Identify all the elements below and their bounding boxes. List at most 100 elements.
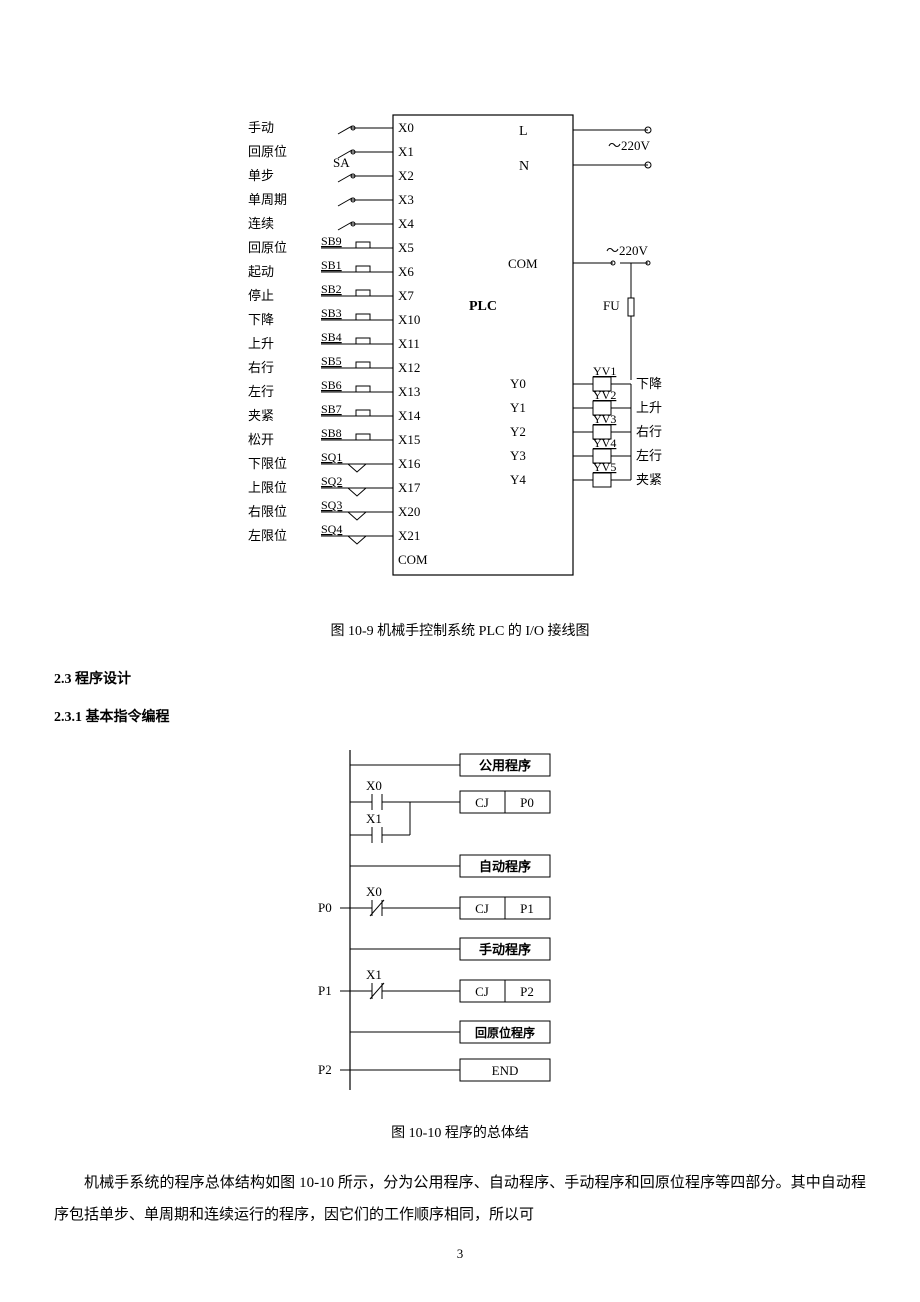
svg-text:回原位: 回原位: [248, 240, 287, 255]
section-2.3.1-heading: 2.3.1 基本指令编程: [54, 706, 170, 726]
page-number: 3: [0, 1246, 920, 1262]
power-lines: L N ～220V COM ～220V FU: [508, 124, 651, 380]
svg-text:～220V: ～220V: [606, 243, 649, 258]
svg-text:X7: X7: [398, 288, 414, 303]
svg-text:P0: P0: [318, 900, 332, 915]
svg-text:SB9: SB9: [321, 234, 342, 248]
svg-text:SQ4: SQ4: [321, 522, 342, 536]
svg-text:单周期: 单周期: [248, 192, 287, 207]
rung-p2: P2 END: [318, 1059, 550, 1081]
svg-text:夹紧: 夹紧: [636, 472, 662, 487]
svg-text:SB2: SB2: [321, 282, 342, 296]
svg-text:SQ1: SQ1: [321, 450, 342, 464]
svg-text:自动程序: 自动程序: [479, 859, 531, 874]
svg-text:L: L: [519, 124, 528, 139]
svg-text:单步: 单步: [248, 168, 274, 183]
svg-text:上限位: 上限位: [248, 480, 287, 495]
svg-text:SB3: SB3: [321, 306, 342, 320]
output-rows: Y0YV1下降Y1YV2上升Y2YV3右行Y3YV4左行Y4YV5夹紧: [510, 364, 662, 487]
svg-text:X3: X3: [398, 192, 414, 207]
svg-text:～220V: ～220V: [608, 138, 651, 153]
svg-text:X1: X1: [366, 967, 382, 982]
svg-text:COM: COM: [508, 256, 538, 271]
svg-text:END: END: [492, 1063, 519, 1078]
body-paragraph: 机械手系统的程序总体结构如图 10-10 所示，分为公用程序、自动程序、手动程序…: [54, 1168, 866, 1231]
plc-diagram-svg: PLC X0手动X1回原位X2单步X3单周期X4连续X5回原位SB9X6起动SB…: [248, 100, 672, 590]
svg-text:手动: 手动: [248, 120, 274, 135]
plc-label: PLC: [469, 299, 497, 314]
svg-text:Y1: Y1: [510, 400, 526, 415]
svg-text:下降: 下降: [248, 312, 274, 327]
ladder-diagram: 公用程序 X0 CJ P0 X1 自动程序 P0 X0 CJ P1: [310, 740, 610, 1110]
svg-text:X16: X16: [398, 456, 421, 471]
svg-text:P2: P2: [520, 984, 534, 999]
svg-text:YV4: YV4: [593, 436, 616, 450]
svg-text:N: N: [519, 159, 529, 174]
svg-text:CJ: CJ: [475, 984, 489, 999]
fig10-9-caption: 图 10-9 机械手控制系统 PLC 的 I/O 接线图: [0, 620, 920, 640]
svg-text:Y2: Y2: [510, 424, 526, 439]
section-2.3-heading: 2.3 程序设计: [54, 668, 131, 688]
svg-text:X13: X13: [398, 384, 420, 399]
svg-text:SB6: SB6: [321, 378, 342, 392]
svg-text:X0: X0: [366, 884, 382, 899]
svg-text:公用程序: 公用程序: [479, 758, 531, 773]
svg-text:上升: 上升: [248, 336, 274, 351]
svg-text:下降: 下降: [636, 376, 662, 391]
svg-text:SB7: SB7: [321, 402, 342, 416]
svg-text:X10: X10: [398, 312, 420, 327]
svg-text:X1: X1: [398, 144, 414, 159]
svg-text:YV1: YV1: [593, 364, 616, 378]
svg-text:COM: COM: [398, 552, 428, 567]
rung-x0-cj-p0: X0 CJ P0: [350, 778, 550, 813]
svg-text:松开: 松开: [248, 432, 274, 447]
svg-text:CJ: CJ: [475, 795, 489, 810]
svg-text:FU: FU: [603, 298, 620, 313]
svg-text:X5: X5: [398, 240, 414, 255]
svg-text:右行: 右行: [636, 424, 662, 439]
svg-text:连续: 连续: [248, 216, 274, 231]
svg-text:左行: 左行: [636, 448, 662, 463]
svg-text:P0: P0: [520, 795, 534, 810]
svg-text:SB4: SB4: [321, 330, 342, 344]
svg-text:YV5: YV5: [593, 460, 616, 474]
svg-text:停止: 停止: [248, 288, 274, 303]
input-rows: X0手动X1回原位X2单步X3单周期X4连续X5回原位SB9X6起动SB1X7停…: [248, 120, 428, 567]
svg-text:手动程序: 手动程序: [479, 942, 531, 957]
svg-text:X15: X15: [398, 432, 420, 447]
svg-text:回原位程序: 回原位程序: [475, 1025, 535, 1040]
sa-label: SA: [333, 155, 350, 170]
svg-text:SQ2: SQ2: [321, 474, 342, 488]
svg-text:左限位: 左限位: [248, 528, 287, 543]
rung-p1: P1 X1 CJ P2: [318, 967, 550, 1002]
svg-text:X21: X21: [398, 528, 420, 543]
svg-text:右行: 右行: [248, 360, 274, 375]
svg-text:X20: X20: [398, 504, 420, 519]
svg-text:起动: 起动: [248, 264, 274, 279]
svg-text:左行: 左行: [248, 384, 274, 399]
svg-text:X11: X11: [398, 336, 420, 351]
fig10-10-caption: 图 10-10 程序的总体结: [0, 1122, 920, 1142]
svg-text:Y3: Y3: [510, 448, 526, 463]
svg-text:X6: X6: [398, 264, 414, 279]
svg-text:YV2: YV2: [593, 388, 616, 402]
svg-text:上升: 上升: [636, 400, 662, 415]
svg-text:下限位: 下限位: [248, 456, 287, 471]
svg-text:右限位: 右限位: [248, 504, 287, 519]
plc-io-diagram: PLC X0手动X1回原位X2单步X3单周期X4连续X5回原位SB9X6起动SB…: [248, 100, 672, 590]
svg-text:YV3: YV3: [593, 412, 616, 426]
svg-text:SB8: SB8: [321, 426, 342, 440]
svg-text:Y0: Y0: [510, 376, 526, 391]
rung-p0: P0 X0 CJ P1: [318, 884, 550, 919]
svg-text:SB1: SB1: [321, 258, 342, 272]
svg-text:SQ3: SQ3: [321, 498, 342, 512]
svg-text:X4: X4: [398, 216, 414, 231]
rung-x1-branch: X1: [350, 802, 410, 843]
ladder-svg: 公用程序 X0 CJ P0 X1 自动程序 P0 X0 CJ P1: [310, 740, 610, 1110]
svg-text:P1: P1: [520, 901, 534, 916]
svg-text:P1: P1: [318, 983, 332, 998]
svg-text:X1: X1: [366, 811, 382, 826]
svg-text:X12: X12: [398, 360, 420, 375]
svg-text:X2: X2: [398, 168, 414, 183]
svg-text:P2: P2: [318, 1062, 332, 1077]
